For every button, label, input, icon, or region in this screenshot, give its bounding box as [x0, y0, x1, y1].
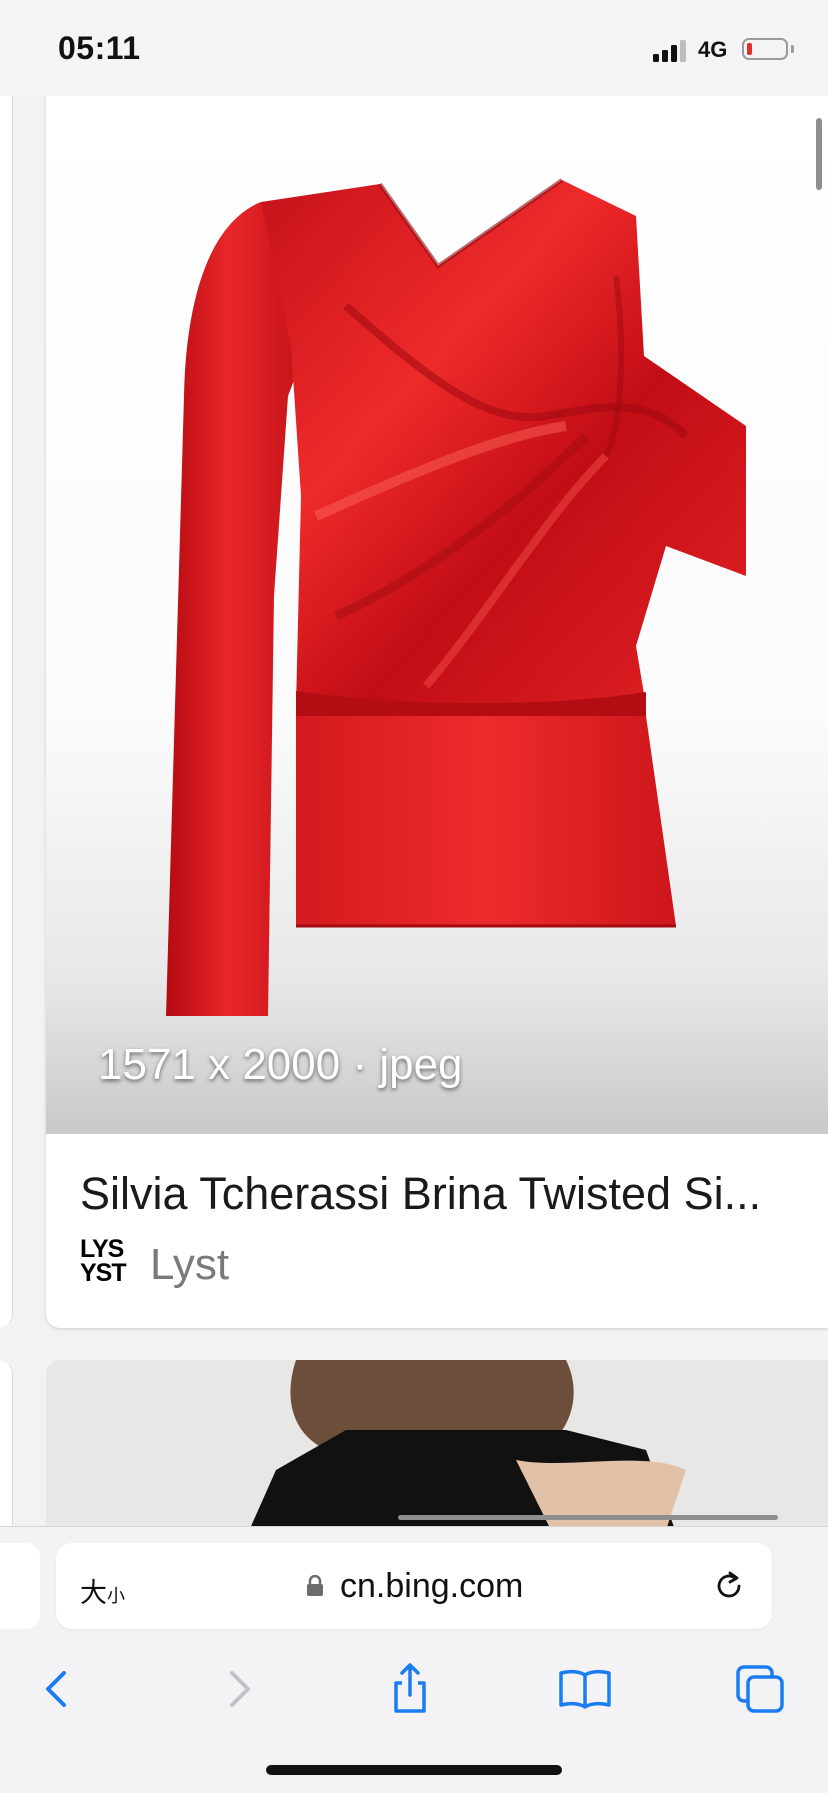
bookmarks-button[interactable]: [555, 1659, 615, 1719]
tabs-button[interactable]: [730, 1659, 790, 1719]
text-size-button[interactable]: 大小: [80, 1571, 125, 1610]
result-title[interactable]: Silvia Tcherassi Brina Twisted Si...: [80, 1168, 828, 1220]
lyst-logo: LYS YST: [80, 1237, 127, 1287]
browser-toolbar: 大小 cn.bing.com: [0, 1515, 828, 1793]
network-type: 4G: [698, 37, 728, 62]
back-button[interactable]: [28, 1659, 88, 1719]
red-satin-top-image: [166, 178, 746, 1016]
previous-result-card[interactable]: [0, 96, 13, 1328]
address-bar[interactable]: 大小 cn.bing.com: [56, 1543, 772, 1629]
signal-icon: [653, 38, 689, 62]
next-result-image: [46, 1360, 828, 1526]
image-result-card[interactable]: 1571 x 2000 · jpeg Silvia Tcherassi Brin…: [46, 96, 828, 1328]
previous-tab-edge[interactable]: [0, 1543, 40, 1629]
lock-icon: [307, 1575, 323, 1596]
horizontal-scrollbar[interactable]: [398, 1515, 778, 1520]
status-bar: 05:11 4G: [0, 0, 828, 96]
search-results[interactable]: 1571 x 2000 · jpeg Silvia Tcherassi Brin…: [0, 96, 828, 1526]
image-dimensions: 1571 x 2000 · jpeg: [98, 1040, 463, 1089]
status-time: 05:11: [58, 30, 141, 66]
url-text[interactable]: cn.bing.com: [340, 1567, 523, 1606]
forward-button[interactable]: [208, 1659, 268, 1719]
result-image[interactable]: 1571 x 2000 · jpeg: [46, 96, 828, 1134]
reload-icon[interactable]: [712, 1569, 746, 1603]
battery-icon: [742, 38, 788, 60]
home-indicator[interactable]: [266, 1765, 562, 1775]
next-result-card[interactable]: [46, 1360, 828, 1526]
source-name[interactable]: Lyst: [150, 1240, 229, 1290]
share-button[interactable]: [380, 1659, 440, 1719]
scrollbar[interactable]: [816, 118, 822, 190]
previous-result-card-2[interactable]: [0, 1360, 13, 1526]
